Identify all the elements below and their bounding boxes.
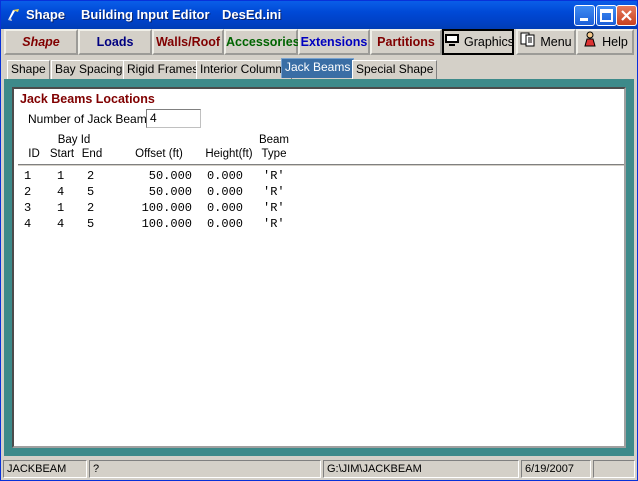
- jack-beams-panel: Jack Beams Locations Number of Jack Beam…: [12, 87, 626, 448]
- status-extra: [593, 460, 635, 478]
- toolbar-extensions-button[interactable]: Extensions: [298, 29, 370, 55]
- tab-rigid-frames[interactable]: Rigid Frames: [123, 60, 203, 79]
- offset-cell[interactable]: 100.000: [122, 201, 192, 215]
- start-cell[interactable]: 1: [57, 201, 64, 215]
- height-cell[interactable]: 0.000: [190, 217, 243, 231]
- tab-jack-beams[interactable]: Jack Beams: [281, 58, 355, 78]
- toolbar-shape-button[interactable]: Shape: [4, 29, 78, 55]
- help-person-icon: [582, 31, 598, 54]
- start-cell[interactable]: 1: [57, 169, 64, 183]
- window-title-mid: Building Input Editor: [81, 7, 210, 22]
- type-header: Type: [261, 148, 287, 160]
- toolbar-partitions-button[interactable]: Partitions: [370, 29, 442, 55]
- jack-beam-count-input[interactable]: 4: [146, 109, 201, 128]
- end-cell[interactable]: 2: [87, 169, 94, 183]
- app-logo-icon: [6, 7, 22, 23]
- table-row[interactable]: 1 1 2 50.000 0.000 'R': [18, 169, 624, 185]
- start-cell[interactable]: 4: [57, 217, 64, 231]
- jack-beams-panel-frame: Jack Beams Locations Number of Jack Beam…: [4, 79, 634, 456]
- pages-icon: [520, 32, 536, 54]
- offset-cell[interactable]: 50.000: [122, 169, 192, 183]
- table-row[interactable]: 4 4 5 100.000 0.000 'R': [18, 217, 624, 233]
- maximize-button[interactable]: [596, 5, 617, 26]
- toolbar-menu-button[interactable]: Menu: [516, 29, 576, 55]
- toolbar-walls-roof-button[interactable]: Walls/Roof: [152, 29, 224, 55]
- toolbar-help-label: Help: [602, 35, 628, 49]
- close-button[interactable]: [616, 5, 637, 26]
- table-row[interactable]: 2 4 5 50.000 0.000 'R': [18, 185, 624, 201]
- application-window: Shape Building Input Editor DesEd.ini Sh…: [0, 0, 638, 481]
- toolbar-graphics-button[interactable]: Graphics: [442, 29, 514, 55]
- window-title-file: DesEd.ini: [222, 7, 282, 22]
- window-title-app: Shape: [26, 7, 66, 22]
- jack-beams-table: 1 1 2 50.000 0.000 'R' 2 4 5 50.000 0.00…: [18, 169, 624, 233]
- status-help-hint: ?: [89, 460, 321, 478]
- status-file-path: G:\JIM\JACKBEAM: [323, 460, 519, 478]
- end-cell[interactable]: 2: [87, 201, 94, 215]
- end-cell[interactable]: 5: [87, 185, 94, 199]
- monitor-icon: [444, 32, 460, 54]
- tab-bay-spacing[interactable]: Bay Spacing: [51, 60, 127, 79]
- type-cell[interactable]: 'R': [263, 201, 285, 215]
- status-date: 6/19/2007: [521, 460, 591, 478]
- offset-cell[interactable]: 100.000: [122, 217, 192, 231]
- toolbar-help-button[interactable]: Help: [576, 29, 634, 55]
- toolbar-loads-button[interactable]: Loads: [78, 29, 152, 55]
- start-header: Start: [49, 148, 75, 160]
- status-bar: JACKBEAM ? G:\JIM\JACKBEAM 6/19/2007: [1, 458, 637, 480]
- bay-id-header: Bay Id: [57, 134, 91, 146]
- tab-special-shape[interactable]: Special Shape: [352, 60, 438, 79]
- main-toolbar: Shape Loads Walls/Roof Accessories Exten…: [4, 29, 634, 55]
- tab-interior-columns[interactable]: Interior Columns: [196, 60, 293, 79]
- status-job-name: JACKBEAM: [3, 460, 87, 478]
- toolbar-graphics-label: Graphics: [464, 35, 515, 49]
- height-cell[interactable]: 0.000: [190, 169, 243, 183]
- header-divider: [18, 164, 624, 166]
- table-row[interactable]: 3 1 2 100.000 0.000 'R': [18, 201, 624, 217]
- start-cell[interactable]: 4: [57, 185, 64, 199]
- tab-strip: Shape Bay Spacing Rigid Frames Interior …: [4, 58, 634, 79]
- jack-beam-count-label: Number of Jack Beams: [28, 112, 153, 126]
- type-cell[interactable]: 'R': [263, 185, 285, 199]
- type-cell[interactable]: 'R': [263, 217, 285, 231]
- beam-header: Beam: [258, 134, 290, 146]
- id-cell[interactable]: 4: [24, 217, 31, 231]
- offset-header: Offset (ft): [135, 148, 183, 160]
- toolbar-menu-label: Menu: [540, 35, 572, 49]
- title-bar[interactable]: Shape Building Input Editor DesEd.ini: [1, 1, 637, 29]
- id-cell[interactable]: 1: [24, 169, 31, 183]
- height-cell[interactable]: 0.000: [190, 185, 243, 199]
- end-header: End: [81, 148, 103, 160]
- tab-shape[interactable]: Shape: [7, 60, 50, 79]
- offset-cell[interactable]: 50.000: [122, 185, 192, 199]
- toolbar-accessories-button[interactable]: Accessories: [224, 29, 300, 55]
- type-cell[interactable]: 'R': [263, 169, 285, 183]
- panel-heading: Jack Beams Locations: [20, 92, 155, 106]
- id-cell[interactable]: 2: [24, 185, 31, 199]
- id-cell[interactable]: 3: [24, 201, 31, 215]
- end-cell[interactable]: 5: [87, 217, 94, 231]
- height-cell[interactable]: 0.000: [190, 201, 243, 215]
- id-header: ID: [28, 148, 40, 160]
- minimize-button[interactable]: [574, 5, 595, 26]
